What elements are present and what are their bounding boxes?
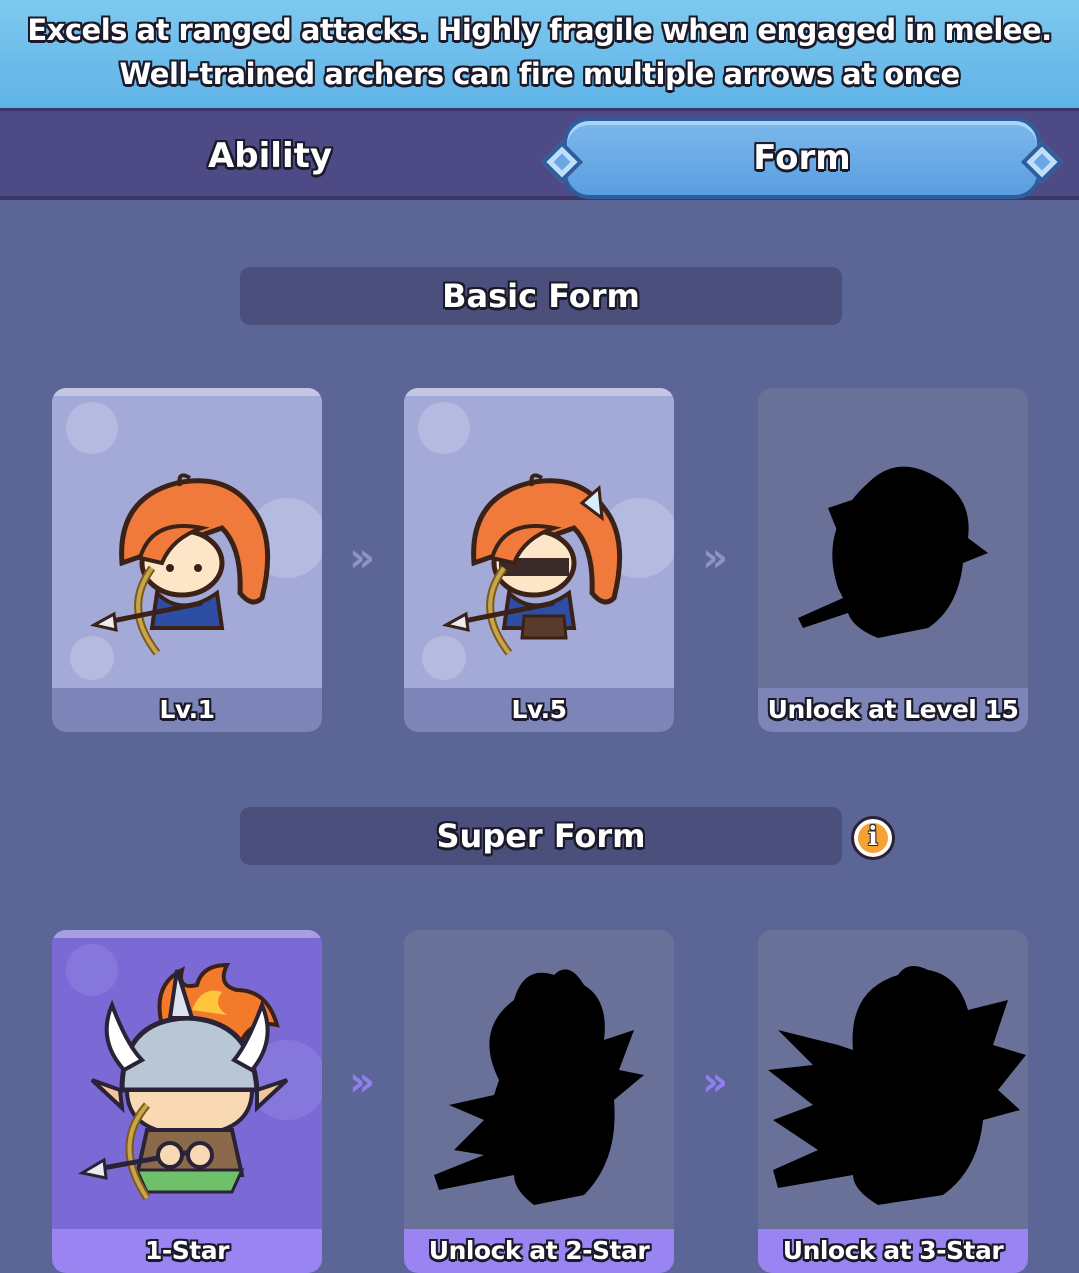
card-art [404, 930, 674, 1230]
chevron-right-icon: » [702, 1059, 728, 1105]
card-art [52, 388, 322, 688]
form-card-3star[interactable]: Unlock at 3-Star [758, 930, 1028, 1273]
silhouette-icon [768, 966, 1026, 1205]
card-art [52, 930, 322, 1230]
description-banner: Excels at ranged attacks. Highly fragile… [0, 0, 1079, 108]
form-card-1star[interactable]: 1-Star [52, 930, 322, 1273]
card-rim [52, 930, 322, 938]
form-card-label: Unlock at Level 15 [758, 688, 1028, 732]
card-rim [52, 388, 322, 396]
form-card-2star[interactable]: Unlock at 2-Star [404, 930, 674, 1273]
description-line-1: Excels at ranged attacks. Highly fragile… [27, 13, 1052, 47]
description-line-2: Well-trained archers can fire multiple a… [119, 57, 960, 91]
super-form-header: Super Form [240, 807, 842, 865]
tab-form-label: Form [753, 138, 851, 178]
card-art [758, 930, 1028, 1230]
form-card-label: Unlock at 3-Star [758, 1229, 1028, 1273]
tab-ability[interactable]: Ability [170, 131, 370, 181]
archer-lv1-portrait-icon [66, 402, 322, 680]
card-rim [404, 388, 674, 396]
info-icon[interactable]: i [851, 816, 895, 860]
chevron-right-icon: » [702, 535, 728, 581]
silhouette-icon [798, 466, 988, 638]
form-card-label: Unlock at 2-Star [404, 1229, 674, 1273]
form-card-lv1[interactable]: Lv.1 [52, 388, 322, 732]
tab-bar: Ability Form [0, 108, 1079, 200]
form-card-lv5[interactable]: Lv.5 [404, 388, 674, 732]
form-card-label: Lv.5 [404, 688, 674, 732]
archer-lv5-portrait-icon [418, 402, 674, 680]
chevron-right-icon: » [349, 1059, 375, 1105]
form-card-label: 1-Star [52, 1229, 322, 1273]
archer-1star-portrait-icon [66, 944, 322, 1201]
tab-form[interactable]: Form [540, 117, 1064, 199]
form-card-level15[interactable]: Unlock at Level 15 [758, 388, 1028, 732]
silhouette-icon [434, 969, 644, 1205]
chevron-right-icon: » [349, 535, 375, 581]
card-art [404, 388, 674, 688]
card-art [758, 388, 1028, 688]
form-card-label: Lv.1 [52, 688, 322, 732]
basic-form-header: Basic Form [240, 267, 842, 325]
